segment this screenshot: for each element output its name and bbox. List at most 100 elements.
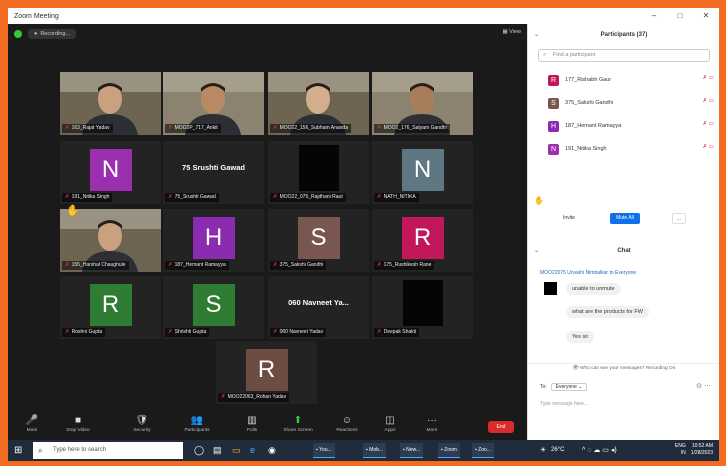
- participant-name-label: ✗ 75_Srushti Gawad: [165, 193, 219, 202]
- participant-search-input[interactable]: ⌕ Find a participant: [538, 49, 710, 62]
- video-tile[interactable]: H ✗ 187_Hemant Ramayya: [163, 209, 264, 272]
- chat-info-text: Who can see your messages? Recording On: [579, 366, 676, 371]
- chat-input[interactable]: Type message here...: [540, 401, 588, 407]
- video-tile[interactable]: S ✗ 375_Sakshi Gandhi: [268, 209, 369, 272]
- participant-name: NATH_NITIKA: [383, 194, 416, 200]
- chat-info-bar[interactable]: 👁 Who can see your messages? Recording O…: [528, 363, 719, 373]
- taskbar-search-input[interactable]: ⌕ Type here to search: [33, 442, 183, 459]
- participant-avatar: S: [548, 97, 559, 109]
- window-title: Zoom Meeting: [14, 12, 59, 20]
- video-tile[interactable]: ✗ 163_Rajat Yadav: [60, 72, 161, 135]
- input-language: ENG IN: [674, 443, 686, 456]
- system-tray-icons[interactable]: ^ ◌ ☁ ▭ ◂): [582, 440, 617, 461]
- view-button[interactable]: ▦ View: [502, 29, 521, 35]
- taskbar-search-placeholder: Type here to search: [53, 447, 107, 453]
- windows-start-icon[interactable]: ⊞: [14, 440, 22, 461]
- reactions-button[interactable]: ☺ Reactions: [329, 414, 365, 433]
- recording-indicator[interactable]: ● Recording...: [28, 29, 76, 39]
- taskbar-app[interactable]: ▪ New...: [400, 443, 424, 458]
- participant-name: 375_Sakshi Gandhi: [565, 100, 614, 106]
- taskbar-app[interactable]: ▪ You...: [313, 443, 335, 458]
- taskbar-app[interactable]: ▪ Mob...: [363, 443, 387, 458]
- polls-button[interactable]: ▥ Polls: [234, 414, 270, 433]
- more-options-button[interactable]: ...: [672, 213, 686, 224]
- video-tile[interactable]: R ✗ MOO22063_Rohan Yadav: [216, 341, 317, 404]
- participant-avatar: N: [401, 148, 444, 191]
- video-tile[interactable]: ✗ MOO22_156_Subham Ananda: [268, 72, 369, 135]
- close-icon[interactable]: ✕: [693, 8, 719, 24]
- participant-name: 375_Sakshi Gandhi: [279, 262, 324, 268]
- participant-name: 191_Nitika Singh: [71, 194, 110, 200]
- share-screen-button[interactable]: ⬆ Share Screen: [280, 414, 316, 433]
- security-icon: 🛡: [135, 415, 149, 426]
- video-grid: ✗ 163_Rajat Yadav ✗ MOO2P_717_Ankit ✗ MOO22_1…: [8, 44, 527, 412]
- video-tile[interactable]: R ✗ Roshni Gupta: [60, 276, 161, 339]
- stop-video-button[interactable]: ■ Stop Video: [60, 414, 96, 433]
- chat-message: Yes sir: [566, 331, 595, 343]
- toolbar-label: Share Screen: [283, 428, 313, 433]
- taskbar-app[interactable]: ▪ Zoom: [438, 443, 460, 458]
- invite-button[interactable]: Invite: [558, 213, 580, 224]
- more-button[interactable]: ··· More: [414, 414, 450, 433]
- more-icon[interactable]: ⋯: [704, 383, 711, 390]
- muted-mic-icon: ✗: [168, 194, 173, 200]
- participant-name: 163_Rajat Yadav: [71, 125, 110, 131]
- participant-name: 175_Rushikesh Rane: [383, 262, 432, 268]
- video-tile[interactable]: ✗ MOO22_075_Rajdhani Raut: [268, 141, 369, 204]
- end-button[interactable]: End: [488, 421, 514, 433]
- toolbar-label: Participants: [184, 428, 210, 433]
- participant-name: MOO2_176_Satyam Gandhi: [383, 125, 447, 131]
- collapse-chevron-icon[interactable]: ⌄: [534, 24, 539, 46]
- participant-name-label: ✗ NATH_NITIKA: [374, 193, 419, 202]
- video-tile[interactable]: ✗ MOO2_176_Satyam Gandhi: [372, 72, 473, 135]
- widgets-icon[interactable]: ▤: [213, 440, 222, 461]
- mute-all-button[interactable]: Mute All: [610, 213, 640, 224]
- video-tile[interactable]: N ✗ 191_Nitika Singh: [60, 141, 161, 204]
- weather-text: 26°C: [551, 447, 565, 453]
- search-icon: ⌕: [38, 446, 43, 455]
- participant-name-label: ✗ 191_Nitika Singh: [62, 193, 113, 202]
- stop-video-icon: ■: [74, 415, 82, 426]
- weather-icon[interactable]: ☀: [540, 440, 546, 461]
- video-tile[interactable]: ✗ MOO2P_717_Ankit: [163, 72, 264, 135]
- muted-mic-icon: ✗: [168, 329, 173, 335]
- participant-row[interactable]: S 375_Sakshi Gandhi ✗ ▭: [548, 96, 718, 110]
- participant-name: MOO2P_717_Ankit: [174, 125, 218, 131]
- video-tile[interactable]: ✗ Deepak Shakti: [372, 276, 473, 339]
- participant-row[interactable]: R 177_Rishabh Gaur ✗ ▭: [548, 73, 718, 87]
- apps-button[interactable]: ◫ Apps: [372, 414, 408, 433]
- participant-row[interactable]: N 191_Nitika Singh ✗ ▭: [548, 142, 718, 156]
- participant-row[interactable]: H 187_Hemant Ramayya ✗ ▭: [548, 119, 718, 133]
- edge-browser-icon[interactable]: e: [250, 440, 255, 461]
- participants-button[interactable]: 👥 Participants: [179, 414, 215, 433]
- video-tile[interactable]: S ✗ Shrishti Gupta: [163, 276, 264, 339]
- task-view-icon[interactable]: ◯: [194, 440, 204, 461]
- mute-button[interactable]: 🎤 Mute: [14, 414, 50, 433]
- participant-name-label: ✗ Shrishti Gupta: [165, 328, 210, 337]
- video-tile[interactable]: ✗ 155_Harshal Chaughule: [60, 209, 161, 272]
- security-button[interactable]: 🛡 Security: [124, 414, 160, 433]
- taskbar-app[interactable]: ▪ Zoo...: [472, 443, 494, 458]
- video-tile[interactable]: 060 Navneet Ya... ✗ 060 Navneet Yadav: [268, 276, 369, 339]
- system-clock[interactable]: ENG IN 10:52 AM 1/28/2023: [670, 443, 713, 457]
- muted-mic-icon: ✗ ▭: [702, 75, 714, 81]
- collapse-chevron-icon[interactable]: ⌄: [534, 244, 539, 258]
- file-explorer-icon[interactable]: ▭: [232, 440, 241, 461]
- video-tile[interactable]: R ✗ 175_Rushikesh Rane: [372, 209, 473, 272]
- chrome-icon[interactable]: ◉: [268, 440, 276, 461]
- screenshot-icon[interactable]: ⊙: [696, 383, 702, 390]
- minimize-icon[interactable]: –: [641, 8, 667, 24]
- chat-header: ⌄ Chat: [528, 244, 719, 258]
- chat-message: what are the products for FW: [566, 306, 649, 318]
- toolbar-label: Mute: [26, 428, 38, 433]
- participant-big-name: 060 Navneet Ya...: [288, 298, 349, 307]
- muted-mic-icon: ✗: [168, 125, 173, 131]
- video-tile[interactable]: 75 Srushti Gawad ✗ 75_Srushti Gawad: [163, 141, 264, 204]
- recipient-dropdown[interactable]: Everyone ⌄: [550, 383, 588, 391]
- search-placeholder: Find a participant: [553, 52, 596, 58]
- raise-hand-icon: ✋: [534, 196, 544, 205]
- participant-name-label: ✗ 155_Harshal Chaughule: [62, 261, 129, 270]
- video-tile[interactable]: N ✗ NATH_NITIKA: [372, 141, 473, 204]
- maximize-icon[interactable]: □: [667, 8, 693, 24]
- security-shield-icon[interactable]: [14, 30, 22, 38]
